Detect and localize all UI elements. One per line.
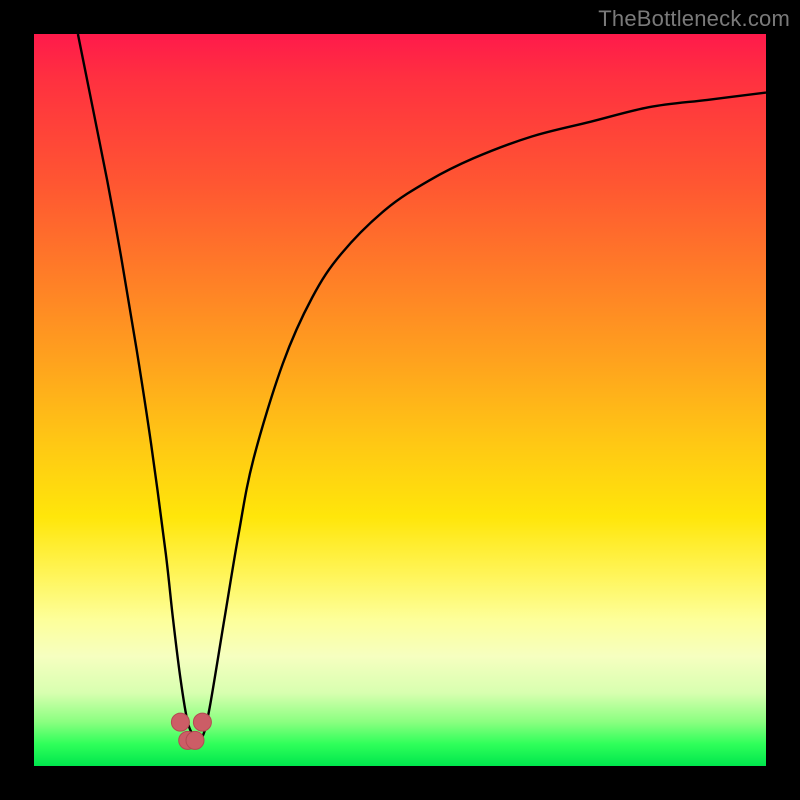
curve-path xyxy=(78,34,766,740)
watermark-text: TheBottleneck.com xyxy=(598,6,790,32)
curve-marker-2 xyxy=(186,731,204,749)
curve-marker-3 xyxy=(193,713,211,731)
plot-area xyxy=(34,34,766,766)
chart-frame: TheBottleneck.com xyxy=(0,0,800,800)
bottleneck-curve xyxy=(34,34,766,766)
curve-marker-0 xyxy=(171,713,189,731)
